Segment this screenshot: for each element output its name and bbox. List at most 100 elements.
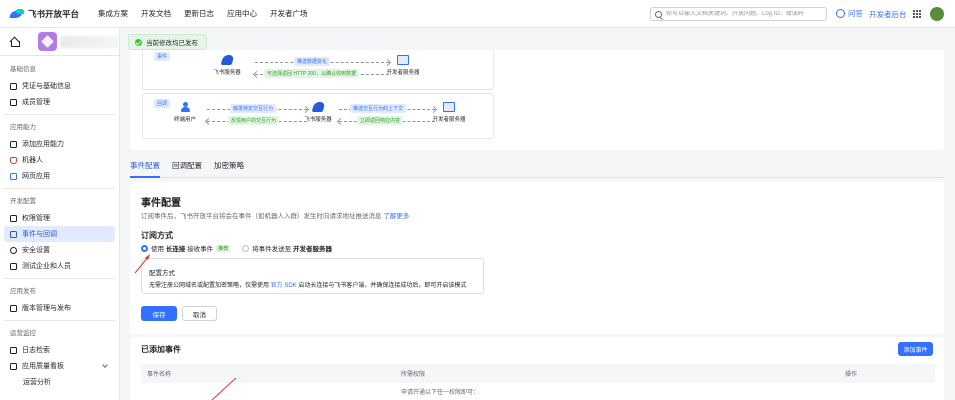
subscribe-mode-title: 订阅方式 <box>141 231 173 240</box>
tab-callback-config[interactable]: 回调配置 <box>172 157 202 178</box>
sidebar-item-bot[interactable]: 机器人 <box>4 152 115 168</box>
sidebar-item-log-search[interactable]: 日志检索 <box>4 342 115 358</box>
add-event-button[interactable]: 添加事件 <box>898 342 933 356</box>
save-button[interactable]: 保存 <box>141 306 177 321</box>
top-nav-menu: 集成方案 开发文档 更新日志 应用中心 开发者广场 <box>98 8 321 19</box>
learn-more-link[interactable]: 了解更多 <box>383 213 409 220</box>
option-long-connection-label[interactable]: 使用 长连接 接收事件 <box>151 243 213 253</box>
config-tabs: 事件配置 回调配置 加密策略 <box>130 157 944 178</box>
official-sdk-link[interactable]: 官方 SDK <box>271 283 297 289</box>
success-toast: 当前修改均已发布 <box>128 34 207 50</box>
add-ability-icon <box>10 140 17 148</box>
ask-label: 问答 <box>848 9 863 18</box>
toast-text: 当前修改均已发布 <box>146 40 198 47</box>
added-events-card: 已添加事件 添加事件 事件名称 所需权限 操作 申请开通以下任一权限即可： <box>130 337 944 400</box>
server-icon <box>443 102 455 112</box>
feishu-cloud-icon <box>311 102 325 112</box>
sidebar-item-add-ability[interactable]: 添加应用能力 <box>4 136 115 152</box>
cancel-button[interactable]: 取消 <box>182 306 217 321</box>
option-developer-server-label[interactable]: 将事件发送至 开发者服务器 <box>252 243 332 253</box>
node-end-user: 终端用户 <box>165 102 205 123</box>
sidebar-item-security[interactable]: 安全设置 <box>4 242 115 258</box>
chevron-down-icon <box>102 362 108 368</box>
tab-event-config[interactable]: 事件配置 <box>130 157 160 178</box>
divider <box>4 278 115 279</box>
search-box <box>650 7 827 21</box>
flow-diagram-card: 事件 飞书服务器 开发者服务器 推送数据变化 可选择返回 HTTP 200，以确… <box>130 50 944 150</box>
sidebar-item-members[interactable]: 成员管理 <box>4 94 115 110</box>
sidebar-item-web-app[interactable]: 网页应用 <box>4 168 115 184</box>
sidebar-item-version-release[interactable]: 版本管理与发布 <box>4 300 115 316</box>
ack-label: 可选择返回 HTTP 200，以确认收到数据 <box>264 69 360 78</box>
ask-button[interactable]: 问答 <box>836 8 863 19</box>
config-mode-box: 配置方式 无需注册公网域名或配置加密策略，仅需使用 官方 SDK 启动长连接与飞… <box>141 258 484 294</box>
nav-item-solutions[interactable]: 集成方案 <box>98 8 128 19</box>
response-label: 立即返回响应内容 <box>357 116 404 125</box>
radio-long-connection[interactable] <box>141 244 148 252</box>
divider <box>4 320 115 321</box>
node-developer-server-2: 开发者服务器 <box>429 102 469 123</box>
sidebar-section-basic-info: 基础信息 <box>10 66 36 73</box>
event-config-card: 事件配置 订阅事件后，飞书开放平台将会在事件（如机器人入群）发生时向请求地址推送… <box>130 182 944 334</box>
log-icon <box>10 346 17 354</box>
sidebar: 基础信息 凭证与基础信息 成员管理 应用能力 添加应用能力 机器人 网页应用 开… <box>0 28 120 400</box>
app-header <box>0 28 119 56</box>
permissions-icon <box>10 214 17 222</box>
push-label: 推送数据变化 <box>294 57 331 66</box>
recommend-badge: 推荐 <box>216 244 231 252</box>
event-config-title: 事件配置 <box>141 198 181 209</box>
callback-flow-box: 回调 终端用户 飞书服务器 开发者服务器 触发特定交互行为 反馈用户的交互行为 … <box>142 93 494 139</box>
context-label: 推送交互行为的上下文 <box>350 104 407 113</box>
added-events-title: 已添加事件 <box>141 345 181 354</box>
event-config-desc: 订阅事件后，飞书开放平台将会在事件（如机器人入群）发生时向请求地址推送消息 了解… <box>141 213 410 220</box>
config-mode-text: 无需注册公网域名或配置加密策略，仅需使用 官方 SDK 启动长连接与飞书客户端，… <box>149 283 467 289</box>
col-required-permissions: 所需权限 <box>401 372 426 378</box>
sidebar-item-permissions[interactable]: 权限管理 <box>4 210 115 226</box>
events-table: 事件名称 所需权限 操作 申请开通以下任一权限即可： <box>141 364 935 400</box>
top-navigation-bar: 飞书开放平台 集成方案 开发文档 更新日志 应用中心 开发者广场 问答 开发者后… <box>0 0 955 28</box>
user-avatar[interactable] <box>930 7 944 21</box>
divider <box>4 188 115 189</box>
nav-item-app-center[interactable]: 应用中心 <box>227 8 257 19</box>
permission-hint: 申请开通以下任一权限即可： <box>401 390 480 396</box>
sidebar-item-events-callbacks[interactable]: 事件与回调 <box>4 226 115 242</box>
developer-console-link[interactable]: 开发者后台 <box>869 9 907 20</box>
sidebar-section-dev-config: 开发配置 <box>10 198 36 205</box>
nav-item-dev-square[interactable]: 开发者广场 <box>270 8 308 19</box>
nav-item-docs[interactable]: 开发文档 <box>141 8 171 19</box>
tab-encryption[interactable]: 加密策略 <box>214 157 244 178</box>
feishu-logo-icon <box>10 8 24 19</box>
app-grid-icon[interactable] <box>913 10 921 18</box>
radio-developer-server[interactable] <box>242 244 250 252</box>
event-flow-box: 事件 飞书服务器 开发者服务器 推送数据变化 可选择返回 HTTP 200，以确… <box>142 50 494 90</box>
logo-text: 飞书开放平台 <box>28 8 80 19</box>
app-name-redacted <box>59 35 119 48</box>
sidebar-item-operation-analysis[interactable]: 运营分析 <box>4 374 115 390</box>
feedback-label: 反馈用户的交互行为 <box>228 116 280 125</box>
home-icon[interactable] <box>10 37 20 47</box>
search-icon <box>655 10 662 18</box>
sidebar-item-credentials[interactable]: 凭证与基础信息 <box>4 78 115 94</box>
search-input[interactable] <box>666 11 826 17</box>
app-icon[interactable] <box>37 32 57 51</box>
sidebar-item-quality-dashboard[interactable]: 应用质量看板 <box>4 358 115 374</box>
node-developer-server: 开发者服务器 <box>383 55 423 76</box>
nav-item-changelog[interactable]: 更新日志 <box>184 8 214 19</box>
feishu-open-platform-logo[interactable]: 飞书开放平台 <box>10 8 79 20</box>
sidebar-section-monitoring: 运营监控 <box>10 330 36 337</box>
sidebar-item-test-tenant[interactable]: 测试企业和人员 <box>4 258 115 274</box>
divider <box>4 114 115 115</box>
events-icon <box>10 230 17 238</box>
test-tenant-icon <box>10 262 17 270</box>
node-feishu-server: 飞书服务器 <box>207 55 247 76</box>
event-tag: 事件 <box>154 52 171 61</box>
bot-icon <box>10 156 17 164</box>
dashboard-icon <box>10 362 17 370</box>
members-icon <box>10 98 17 106</box>
col-event-name: 事件名称 <box>147 372 172 378</box>
server-icon <box>397 55 409 65</box>
web-app-icon <box>10 172 17 180</box>
shield-icon <box>10 246 17 254</box>
events-table-header: 事件名称 所需权限 操作 <box>141 364 935 383</box>
feishu-cloud-icon <box>220 55 234 65</box>
